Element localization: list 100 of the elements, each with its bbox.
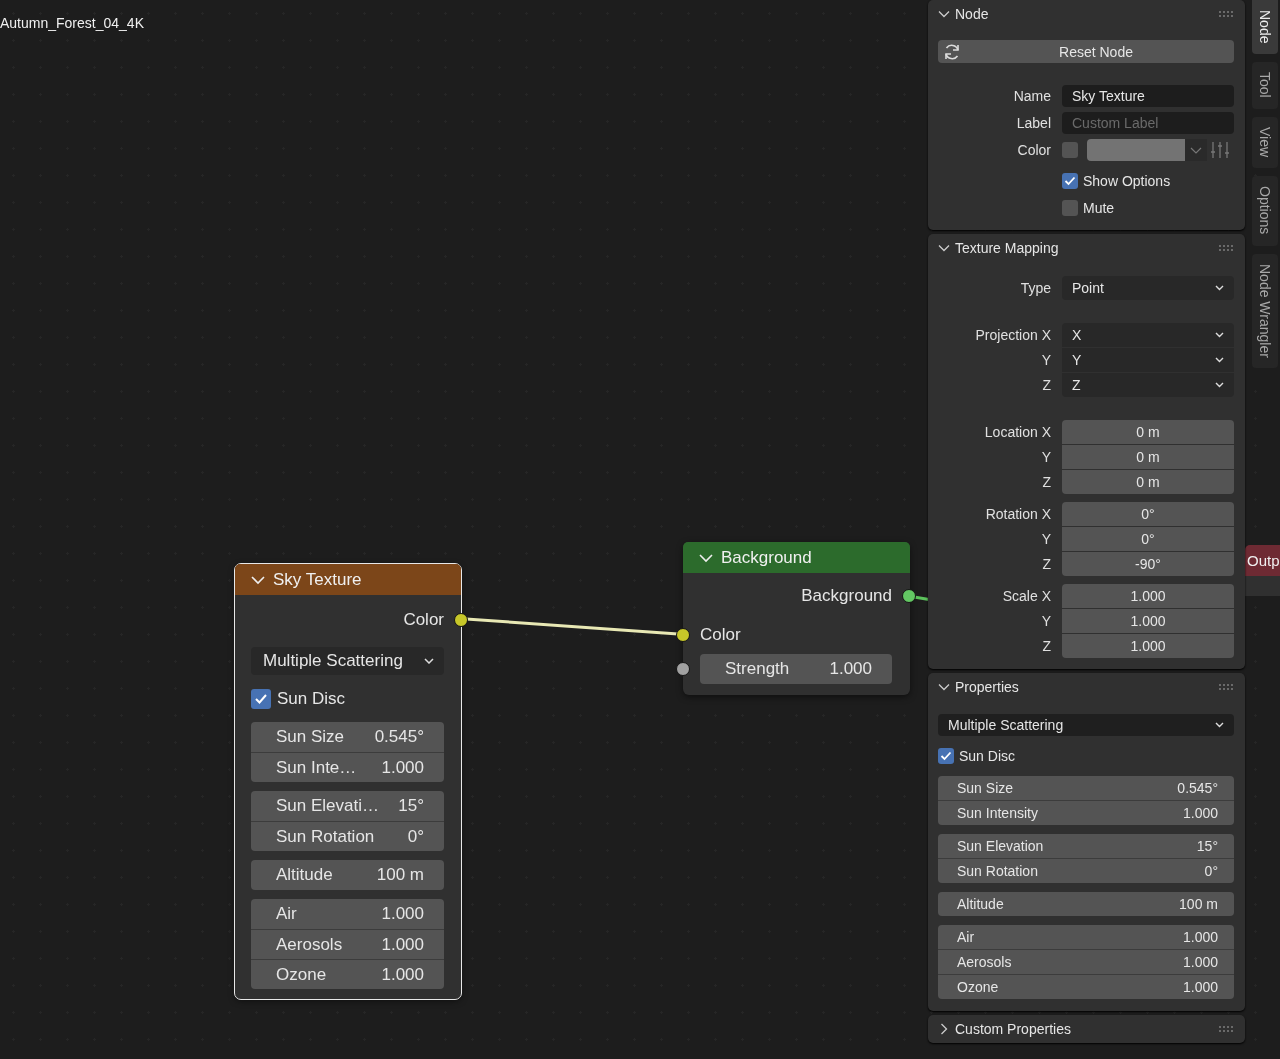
field-label: Projection X	[974, 327, 1051, 343]
chevron-icon[interactable]	[251, 574, 265, 585]
color-swatch[interactable]	[1087, 139, 1185, 161]
sidebar-tab[interactable]: Options	[1252, 176, 1278, 246]
number-field[interactable]: -90°	[1062, 552, 1234, 576]
socket[interactable]	[454, 613, 468, 627]
caret-icon	[1190, 146, 1202, 154]
number-field[interactable]: 0 m	[1062, 445, 1234, 469]
number-field[interactable]: 1.000	[1062, 584, 1234, 608]
checkbox-label: Mute	[1083, 200, 1115, 216]
caret-icon	[1215, 332, 1224, 338]
number-field[interactable]: Strength 1.000	[700, 654, 892, 684]
dropdown[interactable]: Multiple Scattering	[938, 714, 1234, 736]
field-label: Name	[1012, 88, 1051, 104]
socket[interactable]	[676, 628, 690, 642]
node-title: Sky Texture	[273, 569, 362, 590]
number-field[interactable]: 0°	[1062, 502, 1234, 526]
caret-icon	[1215, 722, 1224, 728]
node-title: Background	[721, 547, 812, 568]
grip-icon[interactable]	[1219, 684, 1233, 690]
check-icon	[254, 693, 268, 705]
chevron-icon[interactable]	[938, 242, 950, 254]
number-field[interactable]: Sun Size 0.545°	[251, 722, 444, 752]
number-field[interactable]: Sun Rotation 0°	[938, 858, 1234, 883]
editor-title: Autumn_Forest_04_4K	[0, 15, 144, 31]
dropdown[interactable]: X	[1062, 323, 1234, 347]
field-label: Y	[1040, 613, 1051, 629]
field-label: Color	[1016, 142, 1051, 158]
chevron-icon[interactable]	[938, 8, 950, 20]
field-label: Z	[1041, 638, 1051, 654]
number-field[interactable]: 1.000	[1062, 609, 1234, 633]
number-field[interactable]: Sun Inte… 1.000	[251, 752, 444, 782]
number-field[interactable]: Ozone 1.000	[251, 959, 444, 989]
panel-title[interactable]: Node	[955, 6, 989, 22]
field-label: Type	[1019, 280, 1051, 296]
number-field[interactable]: Sun Elevation 15°	[938, 834, 1234, 858]
field-label: Z	[1041, 556, 1051, 572]
field-label: Y	[1040, 449, 1051, 465]
number-field[interactable]: Altitude 100 m	[251, 860, 444, 890]
checkbox[interactable]	[938, 748, 954, 764]
check-icon	[940, 751, 952, 761]
sliders-icon[interactable]	[1210, 141, 1230, 159]
socket-label: Color	[403, 610, 444, 630]
sidebar-tab[interactable]: View	[1252, 117, 1278, 169]
dropdown[interactable]: Z	[1062, 373, 1234, 397]
number-field[interactable]: Sun Rotation 0°	[251, 821, 444, 851]
sidebar-tab[interactable]: Tool	[1252, 62, 1278, 110]
checkbox-label: Sun Disc	[959, 748, 1016, 764]
number-field[interactable]: Aerosols 1.000	[251, 929, 444, 959]
dropdown[interactable]: Multiple Scattering	[251, 647, 444, 675]
label-field[interactable]: Custom Label	[1062, 112, 1234, 134]
check-icon	[1064, 176, 1076, 186]
caret-icon	[1215, 285, 1224, 291]
sidebar-tab[interactable]: Node Wrangler	[1252, 253, 1278, 369]
field-label: Z	[1041, 474, 1051, 490]
checkbox[interactable]	[1062, 173, 1078, 189]
field-label: Location X	[983, 424, 1051, 440]
number-field[interactable]: 0°	[1062, 527, 1234, 551]
field-label: Y	[1040, 531, 1051, 547]
caret-icon	[1215, 357, 1224, 363]
number-field[interactable]: 1.000	[1062, 634, 1234, 658]
number-field[interactable]: Air 1.000	[938, 925, 1234, 949]
number-field[interactable]: 0 m	[1062, 420, 1234, 444]
chevron-icon[interactable]	[938, 1023, 950, 1035]
field-label: Z	[1041, 377, 1051, 393]
panel-title[interactable]: Custom Properties	[955, 1021, 1071, 1037]
number-field[interactable]: Sun Elevati… 15°	[251, 791, 444, 821]
sidebar-tab[interactable]: Node	[1252, 0, 1278, 55]
number-field[interactable]: Ozone 1.000	[938, 974, 1234, 999]
dropdown[interactable]: Point	[1062, 276, 1234, 300]
field-label: Rotation X	[984, 506, 1051, 522]
checkbox-label: Show Options	[1083, 173, 1171, 189]
socket[interactable]	[902, 589, 916, 603]
caret-icon	[1215, 382, 1224, 388]
name-field[interactable]: Sky Texture	[1062, 85, 1234, 107]
number-field[interactable]: Air 1.000	[251, 899, 444, 929]
socket[interactable]	[676, 662, 690, 676]
checkbox[interactable]	[251, 689, 271, 709]
number-field[interactable]: Sun Intensity 1.000	[938, 800, 1234, 825]
number-field[interactable]: Sun Size 0.545°	[938, 776, 1234, 800]
field-label: Y	[1040, 352, 1051, 368]
grip-icon[interactable]	[1219, 245, 1233, 251]
panel-title[interactable]: Texture Mapping	[955, 240, 1059, 256]
checkbox[interactable]	[1062, 200, 1078, 216]
chevron-icon[interactable]	[938, 681, 950, 693]
number-field[interactable]: Aerosols 1.000	[938, 949, 1234, 974]
socket-label: Color	[700, 625, 741, 645]
chevron-icon[interactable]	[699, 552, 713, 563]
number-field[interactable]: Altitude 100 m	[938, 892, 1234, 916]
grip-icon[interactable]	[1219, 1026, 1233, 1032]
checkbox[interactable]	[1062, 142, 1078, 158]
number-field[interactable]: 0 m	[1062, 470, 1234, 494]
node-background[interactable]	[1245, 576, 1280, 596]
field-label: Label	[1015, 115, 1051, 131]
grip-icon[interactable]	[1219, 11, 1233, 17]
field-label: Scale X	[1001, 588, 1051, 604]
panel-title[interactable]: Properties	[955, 679, 1019, 695]
dropdown[interactable]: Y	[1062, 348, 1234, 372]
caret-icon	[424, 658, 434, 664]
reset-button[interactable]: Reset Node	[938, 40, 1234, 63]
